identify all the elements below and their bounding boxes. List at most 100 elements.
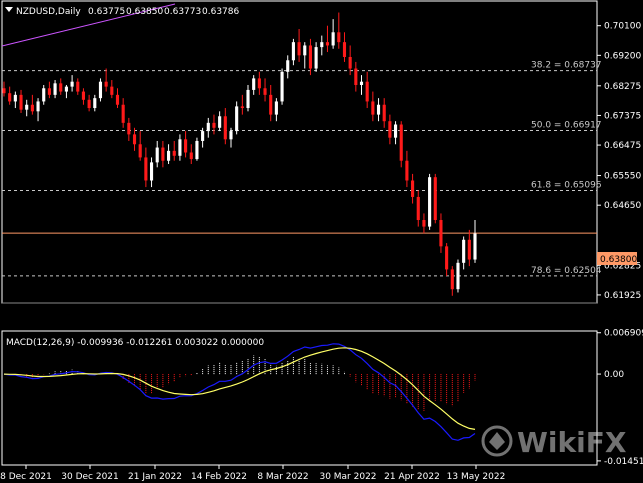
candle-body [393,124,398,138]
x-tick-label: 30 Mar 2022 [319,472,376,482]
fib-label-1: 50.0 = 0.66917 [531,121,602,131]
candle-body [30,104,34,112]
candle-body [365,81,369,102]
candle-body [411,180,415,197]
candle-body [445,246,449,270]
candle-body [235,106,239,132]
dropdown-triangle-icon[interactable] [5,7,13,12]
candle-body [104,81,108,87]
candle-body [87,99,91,109]
candle-body [359,81,364,85]
candle-body [189,152,193,160]
y-tick-label: 0.69200 [604,51,641,61]
candle-body [467,239,471,260]
y-tick-label: 0.67375 [604,111,641,121]
candle-body [172,150,176,156]
candle-body [149,162,154,181]
y-tick-label: 0.68275 [604,82,641,92]
candle-body [371,101,375,115]
candle-body [320,42,324,48]
x-tick-label: 14 Feb 2022 [191,472,247,482]
candle-body [155,147,159,163]
candle-body [178,139,182,156]
candle-body [218,116,222,128]
candle-body [144,157,148,181]
candle-body [13,94,17,102]
fibonacci-layer: 38.2 = 0.68737 50.0 = 0.66917 61.8 = 0.650… [2,61,602,277]
candle-body [240,106,244,109]
candle-body [252,78,256,90]
open-value: 0.63775 [88,7,125,17]
candle-body [138,144,142,158]
y-tick-label: 0.64650 [604,201,641,211]
y-tick-label: 0.65550 [604,172,641,182]
candle-body [354,68,358,85]
chart-canvas[interactable]: 38.2 = 0.68737 50.0 = 0.66917 61.8 = 0.650… [0,0,643,483]
x-tick-label: 30 Dec 2021 [61,472,119,482]
candle-body [382,104,386,122]
candle-body [433,177,437,221]
candle-body [462,239,466,263]
candle-body [98,81,103,99]
macd-panel-border [1,330,598,466]
candle-body [184,139,188,153]
candle-body [297,42,301,56]
candle-body [388,121,392,138]
candle-body [42,88,46,102]
low-value: 0.63773 [164,7,201,17]
candle-body [81,91,86,100]
candle-body [348,56,352,69]
fib-label-2: 61.8 = 0.65096 [531,180,602,190]
candle-body [161,147,165,161]
candle-body [195,140,199,160]
candle-body [325,42,330,46]
candle-body [280,71,284,102]
candle-body [399,124,403,161]
candle-body [456,262,460,290]
x-tick-label: 21 Apr 2022 [384,472,440,482]
candle-body [416,196,420,221]
candle-body [132,134,137,145]
candle-body [201,131,205,141]
candle-body [110,86,114,95]
candle-body [47,88,51,95]
wikifx-logo-mark [489,432,505,450]
x-tick-label: 8 Mar 2022 [257,472,308,482]
candles-layer [2,12,477,296]
candle-body [428,177,432,227]
candle-body [223,116,227,140]
candle-body [212,122,216,128]
x-tick-label: 8 Dec 2021 [0,472,52,482]
candle-body [206,122,210,132]
candle-body [473,233,477,260]
candle-body [263,88,267,95]
candle-body [59,83,63,92]
candle-body [8,93,12,102]
candle-body [274,101,278,115]
y-tick-label: 0.61925 [604,291,641,301]
close-value: 0.63786 [202,7,239,17]
candle-body [286,60,290,72]
macd-y-tick-label: 0.00 [604,370,624,380]
time-axis: 8 Dec 2021 30 Dec 2021 21 Jan 2022 14 Feb 2… [0,465,505,482]
wikifx-watermark: WikiFX [481,425,627,459]
candle-body [308,45,312,69]
chart-window: 38.2 = 0.68737 50.0 = 0.66917 61.8 = 0.650… [0,0,643,483]
candle-body [246,89,250,109]
candle-body [127,122,131,135]
candle-body [64,86,68,92]
candle-body [257,78,261,89]
macd-signal-line [3,347,476,430]
macd-y-tick-label: 0.006909 [604,329,643,339]
fib-label-0: 38.2 = 0.68737 [531,61,602,71]
fib-label-3: 78.6 = 0.62504 [531,266,602,276]
candle-body [405,160,409,181]
current-price-label: 0.63800 [600,255,637,265]
candle-body [439,220,443,247]
candle-body [19,94,23,110]
y-tick-label: 0.70100 [604,22,641,32]
candle-body [269,94,273,115]
candle-body [115,94,120,105]
candle-body [53,83,57,95]
wikifx-text: WikiFX [517,426,627,459]
